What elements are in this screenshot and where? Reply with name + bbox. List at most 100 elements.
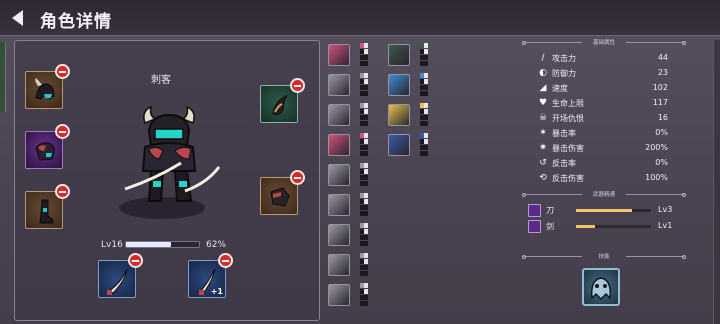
stat-value: 44 [657, 53, 668, 62]
stat-label: 反击率 [552, 159, 576, 168]
stat-value: 100% [645, 173, 668, 182]
item-rarity-bars [420, 103, 428, 127]
bar-segment [364, 241, 368, 246]
inventory-item-b-2[interactable] [388, 104, 410, 126]
stat-value: 0% [655, 128, 668, 137]
ghost-skill-icon [590, 277, 612, 301]
inventory-item-a-0[interactable] [328, 44, 350, 66]
skill-slot[interactable] [582, 268, 620, 306]
xp-bar [125, 241, 200, 248]
inventory-item-a-1[interactable] [328, 74, 350, 96]
back-arrow-icon[interactable] [12, 10, 23, 26]
bar-segment [364, 151, 368, 156]
inventory-item-a-4[interactable] [328, 164, 350, 186]
equipment-panel: 刺客 Lv16 62% +1 [14, 40, 320, 321]
bar-segment [364, 145, 368, 150]
remove-boots-button[interactable] [55, 184, 70, 199]
crit-damage-icon: ✷ [539, 143, 547, 153]
bar-segment [364, 283, 368, 288]
stat-row: ♥ 生命上限 117 [520, 97, 688, 111]
item-rarity-bars [360, 43, 368, 67]
bar-segment [364, 91, 368, 96]
remove-weapon-1-button[interactable] [128, 253, 143, 268]
bar-segment [364, 79, 368, 84]
mastery-bar-fill [576, 225, 595, 228]
bar-segment [424, 133, 428, 138]
remove-gloves-button[interactable] [290, 170, 305, 185]
bar-segment [364, 295, 368, 300]
item-rarity-bars [360, 283, 368, 307]
item-rarity-bars [360, 253, 368, 277]
skills-header: 技能 [520, 252, 688, 262]
level-label: Lv16 [101, 240, 123, 250]
inventory-item-a-7[interactable] [328, 254, 350, 276]
stat-label: 反击伤害 [552, 174, 584, 183]
bar-segment [424, 85, 428, 90]
bar-segment [364, 229, 368, 234]
remove-armor-button[interactable] [55, 124, 70, 139]
item-rarity-bars [360, 193, 368, 217]
xp-percent: 62% [206, 240, 227, 250]
bar-segment [364, 181, 368, 186]
bar-segment [364, 49, 368, 54]
stat-label: 暴击伤害 [552, 144, 584, 153]
stat-value: 0% [655, 158, 668, 167]
inventory-item-a-2[interactable] [328, 104, 350, 126]
gloves-slot[interactable] [260, 170, 305, 215]
bar-segment [364, 211, 368, 216]
mastery-header: 武器精通 [520, 190, 688, 200]
inventory-item-b-0[interactable] [388, 44, 410, 66]
inventory-item-b-1[interactable] [388, 74, 410, 96]
bar-segment [364, 85, 368, 90]
stat-value: 102 [652, 83, 668, 92]
inventory-item-a-3[interactable] [328, 134, 350, 156]
item-rarity-bars [360, 133, 368, 157]
stat-label: 开场仇恨 [552, 114, 584, 123]
bar-segment [364, 73, 368, 78]
inventory-item-a-5[interactable] [328, 194, 350, 216]
helmet-slot[interactable] [25, 64, 70, 109]
bar-segment [364, 115, 368, 120]
bar-segment [424, 109, 428, 114]
stat-label: 生命上限 [552, 99, 584, 108]
remove-helmet-button[interactable] [55, 64, 70, 79]
mastery-bar-fill [576, 209, 633, 212]
mastery-label: 剑 [546, 222, 554, 231]
inventory-item-b-3[interactable] [388, 134, 410, 156]
bar-segment [364, 199, 368, 204]
inventory-item-a-6[interactable] [328, 224, 350, 246]
side-tab-edge[interactable] [0, 42, 6, 112]
bar-segment [424, 103, 428, 108]
item-rarity-bars [360, 103, 368, 127]
remove-amulet-button[interactable] [290, 78, 305, 93]
inventory-item-a-8[interactable] [328, 284, 350, 306]
weapon-slot-1[interactable] [98, 253, 143, 298]
bar-segment [424, 121, 428, 126]
bar-segment [364, 265, 368, 270]
header-bar: 角色详情 [0, 0, 720, 36]
bar-segment [364, 205, 368, 210]
mastery-row: 剑 Lv1 [520, 220, 688, 236]
stat-row: ◐ 防御力 23 [520, 67, 688, 81]
bar-segment [424, 49, 428, 54]
bar-segment [364, 289, 368, 294]
bar-segment [424, 79, 428, 84]
amulet-slot[interactable] [260, 78, 305, 123]
counter-damage-icon: ⟲ [539, 173, 547, 183]
weapon-slot-2[interactable]: +1 [188, 253, 233, 298]
header-dot-right [682, 254, 686, 259]
remove-weapon-2-button[interactable] [218, 253, 233, 268]
xp-bar-fill [126, 242, 172, 247]
mastery-level: Lv1 [658, 221, 673, 230]
scrollbar[interactable] [713, 40, 720, 324]
bar-segment [364, 271, 368, 276]
attribute-panel: 基础属性 / 攻击力 44 ◐ 防御力 23 ◢ 速度 102 ♥ 生命上限 117 ☠ 开场仇恨 16 ✶ 暴… [520, 38, 688, 324]
armor-slot[interactable] [25, 124, 70, 169]
item-rarity-bars [360, 73, 368, 97]
boots-slot[interactable] [25, 184, 70, 229]
sword-mastery-icon [528, 220, 541, 233]
bar-segment [364, 61, 368, 66]
bar-segment [424, 145, 428, 150]
item-rarity-bars [360, 163, 368, 187]
skull-icon: ☠ [538, 113, 548, 123]
